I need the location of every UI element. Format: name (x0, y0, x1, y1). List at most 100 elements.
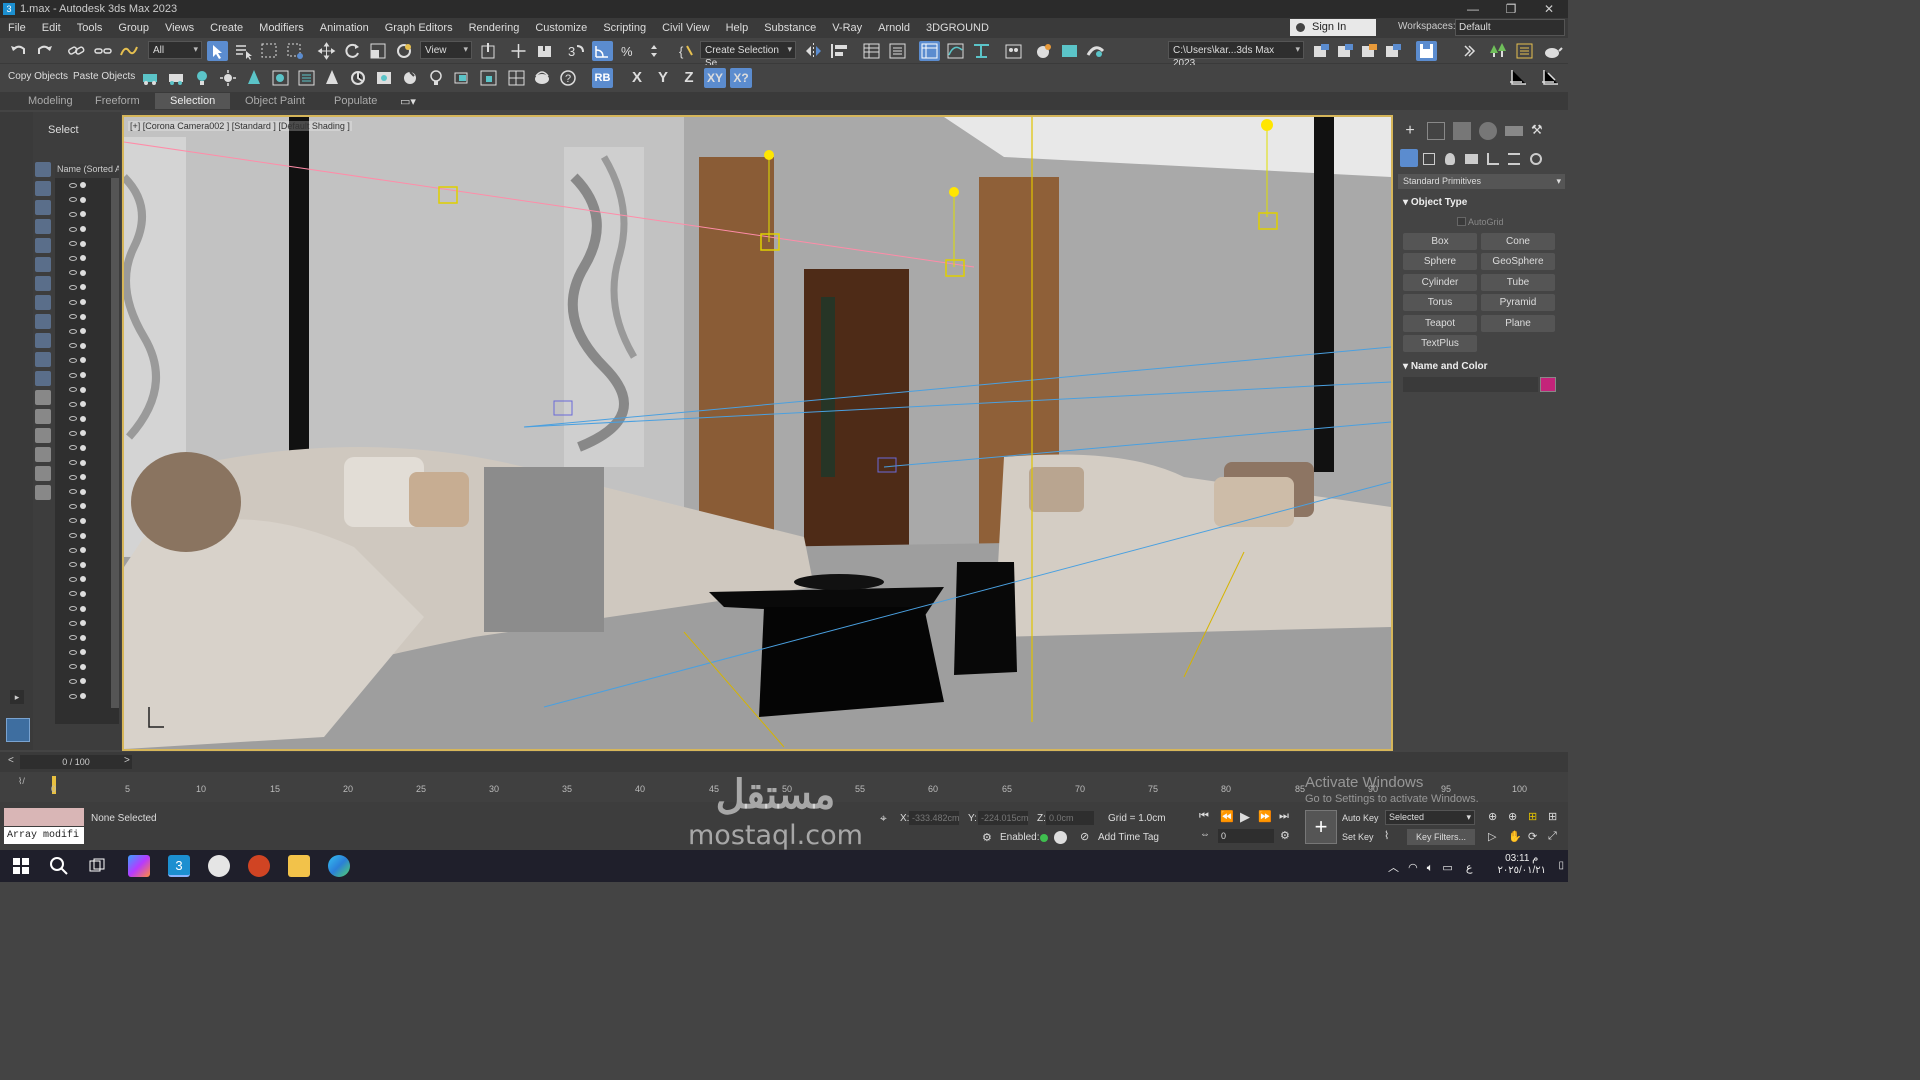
eye-icon[interactable] (69, 474, 77, 480)
menu-rendering[interactable]: Rendering (461, 22, 528, 34)
rectangular-selection-icon[interactable] (259, 41, 280, 61)
corona-light-icon[interactable] (426, 68, 447, 88)
menu-views[interactable]: Views (157, 22, 202, 34)
scale-icon[interactable] (368, 41, 389, 61)
copilot-icon[interactable] (128, 855, 150, 877)
set-keys-icon[interactable]: + (1305, 810, 1337, 844)
systems-category-icon[interactable] (1530, 153, 1542, 165)
list-item[interactable] (55, 674, 119, 689)
eye-icon[interactable] (69, 678, 77, 684)
zoom-icon[interactable]: ⊕ (1488, 810, 1497, 823)
previous-frame-icon[interactable]: ⏪ (1220, 810, 1234, 823)
list-item[interactable] (55, 339, 119, 354)
scene-object-list[interactable]: Name (Sorted A (55, 164, 119, 724)
tab-modeling[interactable]: Modeling (28, 95, 73, 107)
place-icon[interactable] (394, 41, 415, 61)
more-tools-icon[interactable] (1458, 41, 1479, 61)
mirror-icon[interactable] (803, 41, 824, 61)
menu-create[interactable]: Create (202, 22, 251, 34)
edge-browser-icon[interactable] (328, 855, 350, 877)
input-language[interactable]: ع (1466, 862, 1473, 874)
eye-icon[interactable] (69, 576, 77, 582)
list-item[interactable] (55, 689, 119, 704)
menu-customize[interactable]: Customize (527, 22, 595, 34)
pivot-center-icon[interactable] (478, 41, 499, 61)
eye-icon[interactable] (69, 693, 77, 699)
list-item[interactable] (55, 630, 119, 645)
motion-tab-icon[interactable] (1479, 122, 1497, 140)
ribbon-options-icon[interactable]: ▭▾ (400, 95, 416, 108)
eye-icon[interactable] (69, 357, 77, 363)
play-icon[interactable]: ▶ (1240, 809, 1250, 825)
corona-vfb-icon[interactable] (296, 68, 317, 88)
list-item[interactable] (55, 514, 119, 529)
tray-chevron-icon[interactable]: ︿ (1388, 862, 1399, 874)
list-item[interactable] (55, 660, 119, 675)
current-frame-field[interactable]: 0 (1218, 829, 1274, 843)
volume-icon[interactable]: 🔈︎ (1427, 862, 1434, 874)
corona-material-icon[interactable] (270, 68, 291, 88)
list-item[interactable] (55, 353, 119, 368)
eye-icon[interactable] (69, 270, 77, 276)
cone-button[interactable]: Cone (1481, 233, 1555, 250)
key-mode-toggle-icon[interactable]: ⇔ (1200, 829, 1210, 840)
filter-geometry-icon[interactable] (35, 162, 51, 177)
keyboard-shortcut-override-icon[interactable] (534, 41, 555, 61)
list-item[interactable] (55, 280, 119, 295)
maxscript-listener[interactable] (4, 808, 84, 826)
render-production-icon[interactable] (1085, 41, 1106, 61)
eye-icon[interactable] (69, 226, 77, 232)
tab-freeform[interactable]: Freeform (95, 95, 140, 107)
light-bulb-icon[interactable] (192, 68, 213, 88)
windows-start-icon[interactable] (10, 855, 32, 877)
zoom-all-icon[interactable]: ⊕ (1508, 810, 1517, 823)
options-icon[interactable] (35, 485, 51, 500)
eye-icon[interactable] (69, 445, 77, 451)
y-coordinate-field[interactable]: -224.015cm (978, 811, 1029, 825)
schematic-view-icon[interactable] (971, 41, 992, 61)
percent-snap-icon[interactable]: % (618, 41, 639, 61)
scene-state-icon-1[interactable] (1311, 41, 1332, 61)
pyramid-button[interactable]: Pyramid (1481, 294, 1555, 311)
file-explorer-icon[interactable] (288, 855, 310, 877)
list-item[interactable] (55, 572, 119, 587)
eye-icon[interactable] (69, 518, 77, 524)
list-item[interactable] (55, 222, 119, 237)
absolute-mode-icon[interactable]: ⌖ (880, 811, 887, 826)
geometry-category-icon[interactable] (1400, 149, 1418, 167)
utilities-tab-icon[interactable]: ⚒ (1531, 122, 1549, 140)
list-item[interactable] (55, 251, 119, 266)
undo-icon[interactable] (8, 41, 29, 61)
menu-arnold[interactable]: Arnold (870, 22, 918, 34)
zoom-extents-all-icon[interactable]: ⊞ (1548, 810, 1557, 823)
frame-counter[interactable]: 0 / 100 (20, 755, 132, 769)
geosphere-button[interactable]: GeoSphere (1481, 253, 1555, 270)
edit-named-selection-icon[interactable]: { (676, 41, 697, 61)
eye-icon[interactable] (69, 211, 77, 217)
scene-explorer-scrollbar[interactable] (111, 178, 119, 708)
x-coordinate-field[interactable]: -333.482cm (909, 811, 960, 825)
teapot-button[interactable]: Teapot (1403, 315, 1477, 332)
go-to-start-icon[interactable]: ⏮ (1199, 810, 1209, 823)
list-item[interactable] (55, 455, 119, 470)
eye-icon[interactable] (69, 591, 77, 597)
workspace-select[interactable]: Default (1455, 19, 1565, 36)
project-folder-dropdown[interactable]: C:\Users\kar...3ds Max 2023 (1168, 41, 1304, 69)
list-item[interactable] (55, 557, 119, 572)
filter-lights-icon[interactable] (35, 200, 51, 215)
eye-icon[interactable] (69, 547, 77, 553)
reference-coordinate-dropdown[interactable]: View (420, 41, 472, 59)
select-manipulate-icon[interactable] (508, 41, 529, 61)
rendered-frame-window-icon[interactable] (1059, 41, 1080, 61)
grid-align-icon[interactable] (1508, 68, 1529, 88)
restrict-x-button[interactable]: X (626, 68, 648, 88)
sun-icon[interactable] (218, 68, 239, 88)
eye-icon[interactable] (69, 314, 77, 320)
powerpoint-icon[interactable] (248, 855, 270, 877)
link-icon[interactable] (66, 41, 87, 61)
object-name-input[interactable] (1403, 377, 1538, 392)
column-header-name[interactable]: Name (Sorted A (55, 164, 119, 178)
list-item[interactable] (55, 207, 119, 222)
display-tab-icon[interactable] (1505, 126, 1523, 136)
corona-proxy-icon[interactable] (478, 68, 499, 88)
